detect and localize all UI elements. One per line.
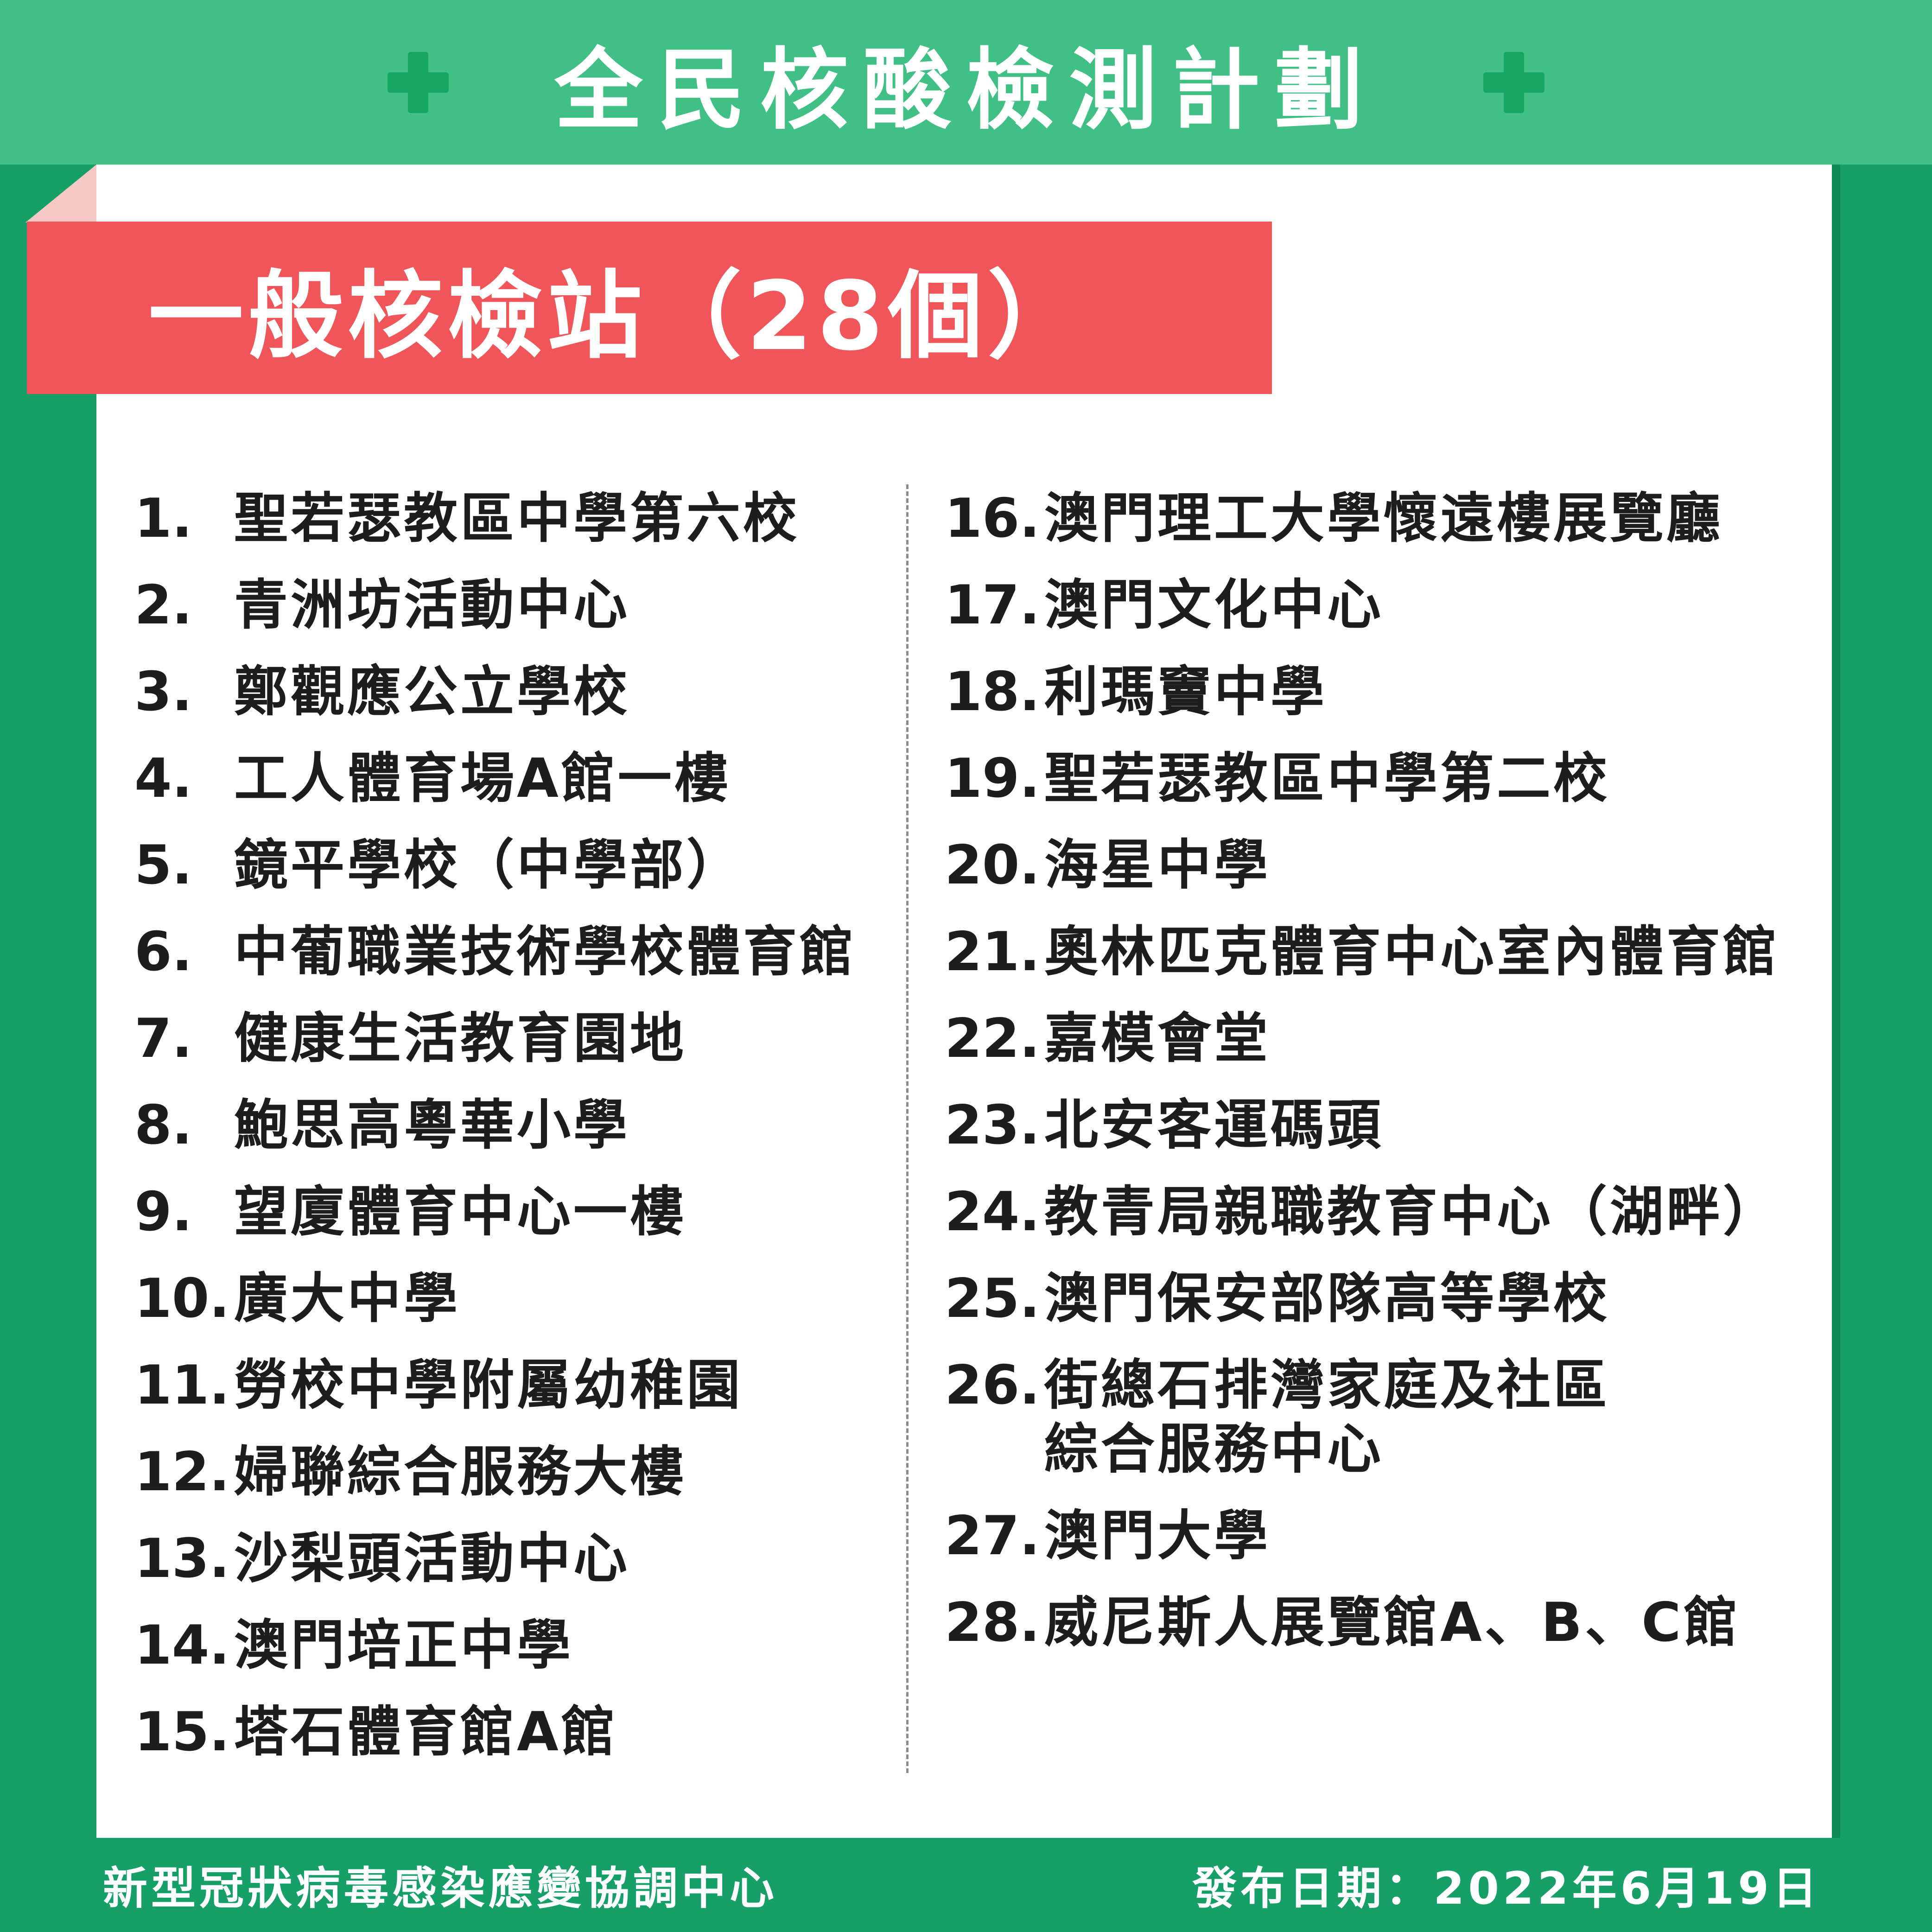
- list-item: 20. 海星中學: [945, 833, 1816, 897]
- list-item: 8. 鮑思高粵華小學: [134, 1093, 885, 1157]
- station-name: 威尼斯人展覽館A、B、C館: [1044, 1591, 1741, 1654]
- station-name: 嘉模會堂: [1044, 1007, 1271, 1070]
- list-item: 19. 聖若瑟教區中學第二校: [945, 747, 1816, 811]
- station-number: 2.: [134, 574, 192, 636]
- section-title: 一般核檢站（28個）: [148, 261, 1087, 372]
- station-number: 7.: [134, 1007, 192, 1070]
- list-item: 14. 澳門培正中學: [134, 1614, 885, 1678]
- station-list-right: 16. 澳門理工大學懷遠樓展覽廳 17. 澳門文化中心 18. 利瑪竇中學 19. 聖若瑟教區…: [945, 487, 1816, 1678]
- station-number: 22.: [945, 1007, 1040, 1070]
- station-number: 26.: [945, 1354, 1040, 1417]
- station-number: 14.: [134, 1614, 230, 1677]
- station-name: 望廈體育中心一樓: [234, 1181, 686, 1243]
- station-number: 10.: [134, 1267, 230, 1330]
- station-name: 教青局親職教育中心（湖畔）: [1044, 1181, 1779, 1243]
- station-number: 17.: [945, 574, 1040, 636]
- station-number: 28.: [945, 1591, 1040, 1654]
- station-name: 奧林匹克體育中心室內體育館: [1044, 921, 1779, 983]
- list-item: 21. 奧林匹克體育中心室內體育館: [945, 920, 1816, 984]
- station-name: 勞校中學附屬幼稚園: [234, 1354, 743, 1417]
- station-name: 澳門保安部隊高等學校: [1044, 1267, 1610, 1330]
- station-name: 澳門理工大學懷遠樓展覽廳: [1044, 487, 1723, 550]
- station-name: 廣大中學: [234, 1267, 460, 1330]
- station-name: 聖若瑟教區中學第二校: [1044, 747, 1610, 810]
- station-name: 青洲坊活動中心: [234, 574, 630, 636]
- station-name: 健康生活教育園地: [234, 1007, 686, 1070]
- list-item: 4. 工人體育場A館一樓: [134, 747, 885, 811]
- list-item: 1. 聖若瑟教區中學第六校: [134, 487, 885, 551]
- station-number: 5.: [134, 834, 192, 896]
- list-item: 9. 望廈體育中心一樓: [134, 1180, 885, 1244]
- list-item: 6. 中葡職業技術學校體育館: [134, 920, 885, 984]
- footer-organization: 新型冠狀病毒感染應變協調中心: [103, 1862, 778, 1914]
- page-title: 全民核酸檢測計劃: [554, 39, 1378, 141]
- station-number: 8.: [134, 1094, 192, 1157]
- station-name: 工人體育場A館一樓: [234, 747, 731, 810]
- station-name: 澳門文化中心: [1044, 574, 1384, 636]
- list-item: 5. 鏡平學校（中學部）: [134, 833, 885, 897]
- list-item: 24. 教青局親職教育中心（湖畔）: [945, 1180, 1816, 1244]
- station-name: 中葡職業技術學校體育館: [234, 921, 856, 983]
- list-item: 13. 沙梨頭活動中心: [134, 1527, 885, 1591]
- list-item: 3. 鄭觀應公立學校: [134, 660, 885, 724]
- list-item: 26. 街總石排灣家庭及社區 綜合服務中心: [945, 1354, 1816, 1481]
- station-number: 12.: [134, 1441, 230, 1503]
- list-item: 15. 塔石體育館A館: [134, 1700, 885, 1764]
- list-item: 17. 澳門文化中心: [945, 573, 1816, 637]
- station-number: 3.: [134, 661, 192, 723]
- list-item: 10. 廣大中學: [134, 1267, 885, 1331]
- station-number: 19.: [945, 747, 1040, 810]
- station-number: 4.: [134, 747, 192, 810]
- station-number: 21.: [945, 921, 1040, 983]
- station-number: 11.: [134, 1354, 230, 1417]
- ribbon-fold: [25, 165, 96, 222]
- station-number: 25.: [945, 1267, 1040, 1330]
- station-name: 鮑思高粵華小學: [234, 1094, 630, 1157]
- station-name: 沙梨頭活動中心: [234, 1527, 630, 1590]
- list-item: 2. 青洲坊活動中心: [134, 573, 885, 637]
- station-number: 6.: [134, 921, 192, 983]
- footer-publish-date: 發布日期：2022年6月19日: [1192, 1862, 1821, 1914]
- station-name: 北安客運碼頭: [1044, 1094, 1384, 1157]
- station-number: 20.: [945, 834, 1040, 896]
- list-item: 27. 澳門大學: [945, 1504, 1816, 1568]
- station-number: 16.: [945, 487, 1040, 550]
- station-number: 15.: [134, 1701, 230, 1763]
- list-item: 12. 婦聯綜合服務大樓: [134, 1440, 885, 1504]
- station-name: 鏡平學校（中學部）: [234, 834, 743, 896]
- station-name: 聖若瑟教區中學第六校: [234, 487, 800, 550]
- station-name: 街總石排灣家庭及社區 綜合服務中心: [1044, 1354, 1610, 1481]
- station-number: 9.: [134, 1181, 192, 1243]
- station-name: 海星中學: [1044, 834, 1271, 896]
- station-number: 13.: [134, 1527, 230, 1590]
- station-list-left: 1. 聖若瑟教區中學第六校 2. 青洲坊活動中心 3. 鄭觀應公立學校 4. 工人體育場A館一…: [134, 487, 885, 1787]
- station-number: 18.: [945, 661, 1040, 723]
- list-item: 7. 健康生活教育園地: [134, 1007, 885, 1071]
- station-number: 1.: [134, 487, 192, 550]
- station-number: 23.: [945, 1094, 1040, 1157]
- list-item: 23. 北安客運碼頭: [945, 1093, 1816, 1157]
- column-divider: [906, 484, 909, 1773]
- list-item: 18. 利瑪竇中學: [945, 660, 1816, 724]
- station-name: 澳門大學: [1044, 1505, 1271, 1567]
- list-item: 22. 嘉模會堂: [945, 1007, 1816, 1071]
- list-item: 11. 勞校中學附屬幼稚園: [134, 1354, 885, 1417]
- station-number: 24.: [945, 1181, 1040, 1243]
- station-name: 塔石體育館A館: [234, 1701, 618, 1763]
- list-item: 28. 威尼斯人展覽館A、B、C館: [945, 1591, 1816, 1655]
- station-name: 澳門培正中學: [234, 1614, 573, 1677]
- card-shadow: [1832, 165, 1840, 1838]
- station-name: 利瑪竇中學: [1044, 661, 1327, 723]
- station-number: 27.: [945, 1505, 1040, 1567]
- list-item: 25. 澳門保安部隊高等學校: [945, 1267, 1816, 1331]
- list-item: 16. 澳門理工大學懷遠樓展覽廳: [945, 487, 1816, 551]
- station-name: 婦聯綜合服務大樓: [234, 1441, 686, 1503]
- station-name: 鄭觀應公立學校: [234, 661, 630, 723]
